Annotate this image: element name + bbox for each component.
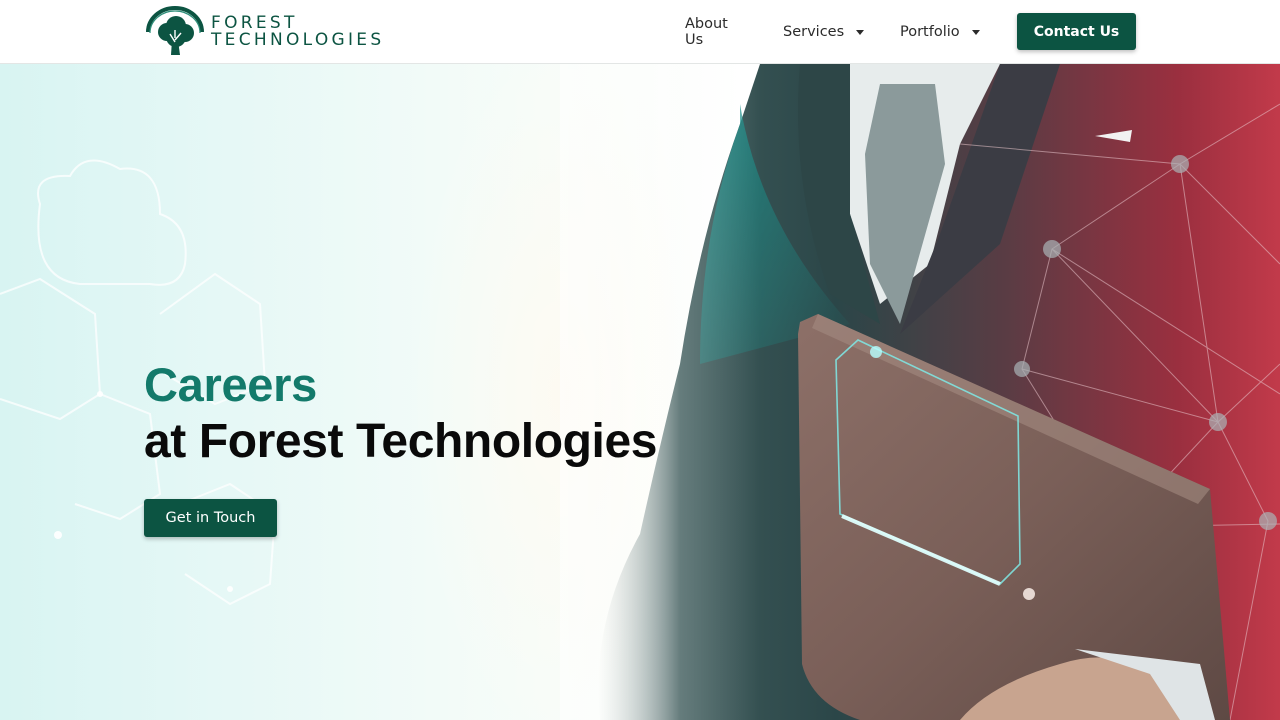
nav-about-us[interactable]: About Us: [685, 16, 728, 48]
hero-title-careers: Careers: [144, 358, 317, 411]
tree-logo-icon: [146, 6, 204, 55]
logo-link[interactable]: FOREST TECHNOLOGIES: [143, 6, 393, 58]
logo-line-technologies: TECHNOLOGIES: [211, 30, 385, 50]
hero-section: Careers at Forest Technologies Get in To…: [0, 64, 1280, 720]
nav-about-us-label: About Us: [685, 16, 728, 48]
nav-portfolio[interactable]: Portfolio: [900, 22, 980, 42]
nav-services[interactable]: Services: [783, 22, 865, 42]
logo-wordmark: FOREST TECHNOLOGIES: [211, 15, 384, 49]
chevron-down-icon: [856, 29, 865, 35]
chevron-down-icon: [971, 29, 980, 35]
nav-portfolio-label: Portfolio: [900, 24, 960, 40]
hero-title-company: at Forest Technologies: [144, 415, 658, 468]
nav-services-label: Services: [783, 24, 845, 40]
contact-us-button[interactable]: Contact Us: [1017, 13, 1136, 50]
get-in-touch-button[interactable]: Get in Touch: [144, 499, 277, 537]
site-header: FOREST TECHNOLOGIES About Us Services Po…: [0, 0, 1280, 64]
